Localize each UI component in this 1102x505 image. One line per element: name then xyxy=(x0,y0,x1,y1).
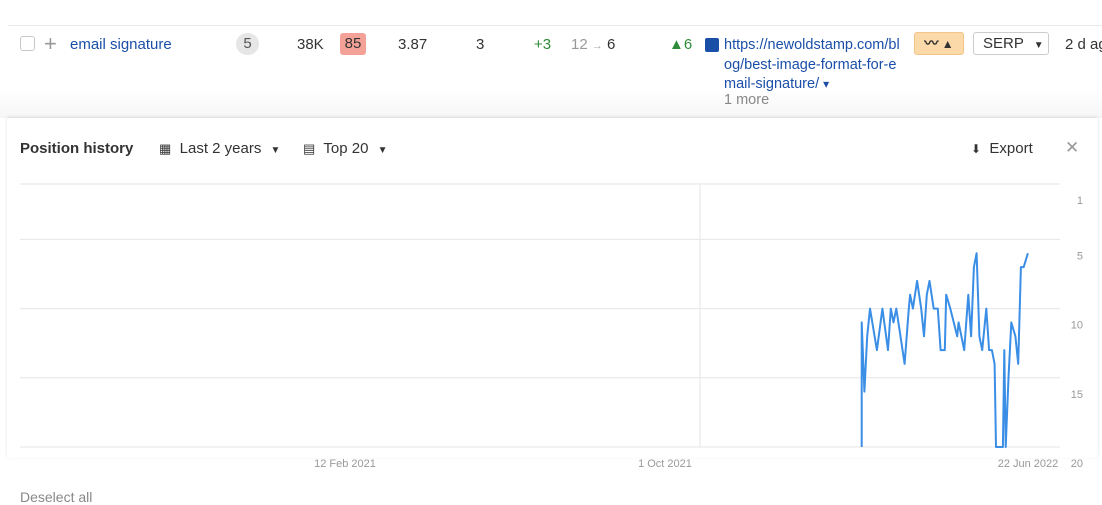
y-tick-label: 1 xyxy=(1077,195,1083,207)
deselect-all-link[interactable]: Deselect all xyxy=(20,489,92,505)
y-tick-label: 5 xyxy=(1077,250,1083,262)
x-tick-label: 12 Feb 2021 xyxy=(314,458,376,470)
y-tick-label: 10 xyxy=(1071,320,1083,332)
y-tick-label: 15 xyxy=(1071,389,1083,401)
x-tick-label: 1 Oct 2021 xyxy=(638,458,692,470)
y-tick-label: 20 xyxy=(1071,458,1083,470)
x-tick-label: 22 Jun 2022 xyxy=(998,458,1059,470)
position-line xyxy=(860,252,1029,448)
position-chart: 1510152012 Feb 2021 1 Oct 2021 22 Jun 2022 xyxy=(20,183,1083,470)
